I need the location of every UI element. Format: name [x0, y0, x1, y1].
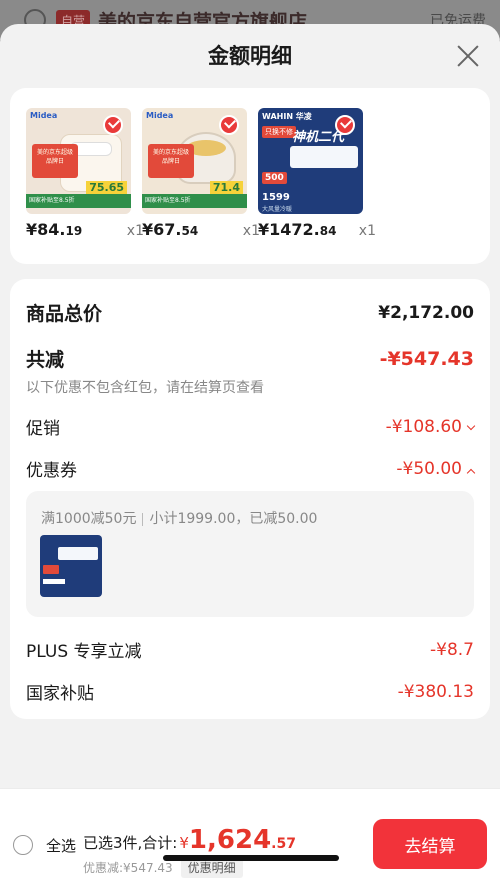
product-thumbnail[interactable]: Midea 美的京东超级品牌日 71.4 国家补贴至8.5折	[142, 108, 247, 214]
product-item[interactable]: Midea 美的京东超级品牌日 71.4 国家补贴至8.5折 ¥67.54 x1	[142, 108, 260, 239]
product-price: ¥84.19	[26, 220, 83, 239]
order-summary: 已选3件,合计: ¥ 1,624 .57	[83, 825, 296, 855]
tag-price: 75.65	[86, 181, 127, 194]
coupon-detail-box: 满1000减50元 小计1999.00，已减50.00	[26, 491, 474, 617]
selected-check-icon	[335, 115, 355, 135]
product-feature: 大风量冷暖	[262, 206, 293, 213]
promo-badge: 美的京东超级品牌日	[32, 144, 78, 178]
total-amount-decimal: .57	[271, 836, 296, 852]
product-item[interactable]: WAHIN 华凌 只换不修 神机二代 500 1599 大风量冷暖 ¥1472.…	[258, 108, 376, 239]
total-reduction-label: 共减	[26, 349, 65, 371]
plus-discount-label: PLUS 专享立减	[26, 642, 142, 662]
promo-badge: 只换不修	[262, 126, 296, 138]
currency-symbol: ¥	[179, 834, 189, 852]
product-thumbnail[interactable]: Midea 美的京东超级品牌日 75.65 国家补贴至8.5折	[26, 108, 131, 214]
product-brand: Midea	[30, 111, 58, 120]
products-card: Midea 美的京东超级品牌日 75.65 国家补贴至8.5折 ¥84.19 x…	[10, 88, 490, 264]
plus-discount-row: PLUS 专享立减 -¥8.7	[26, 637, 474, 663]
discount-amount: 优惠减:¥547.43	[83, 861, 173, 875]
coupon-value: -¥50.00	[396, 459, 476, 479]
close-icon[interactable]	[456, 44, 480, 68]
coupon-description: 满1000减50元 小计1999.00，已减50.00	[41, 511, 318, 527]
promotion-label: 促销	[26, 419, 60, 439]
subsidy-band: 国家补贴至8.5折	[26, 194, 131, 208]
product-price: ¥67.54	[142, 220, 199, 239]
coupon-label: 优惠券	[26, 461, 77, 481]
product-thumbnail[interactable]: WAHIN 华凌 只换不修 神机二代 500 1599 大风量冷暖	[258, 108, 363, 214]
national-subsidy-row: 国家补贴 -¥380.13	[26, 679, 474, 705]
product-brand: WAHIN 华凌	[262, 112, 312, 121]
total-price-row: 商品总价 ¥2,172.00	[26, 299, 474, 326]
chevron-down-icon	[466, 421, 476, 430]
selected-check-icon	[219, 115, 239, 135]
subsidy-band: 国家补贴至8.5折	[142, 194, 247, 208]
plus-discount-value: -¥8.7	[430, 639, 474, 660]
total-price-label: 商品总价	[26, 303, 103, 325]
product-qty: x1	[358, 223, 376, 239]
checkout-button[interactable]: 去结算	[373, 819, 487, 869]
promo-badge: 美的京东超级品牌日	[148, 144, 194, 178]
coupon-product-thumbnail[interactable]	[40, 535, 102, 597]
total-price-value: ¥2,172.00	[378, 302, 474, 323]
checkout-bar: 全选 已选3件,合计: ¥ 1,624 .57 优惠减:¥547.43 优惠明细…	[0, 788, 500, 893]
national-subsidy-value: -¥380.13	[397, 681, 474, 702]
sheet-title: 金额明细	[208, 44, 292, 68]
chevron-up-icon	[466, 468, 476, 477]
amount-breakdown-card: 商品总价 ¥2,172.00 共减 -¥547.43 以下优惠不包含红包，请在结…	[10, 279, 490, 719]
total-reduction-row: 共减 -¥547.43	[26, 345, 474, 372]
select-all-radio[interactable]	[13, 835, 33, 855]
national-subsidy-label: 国家补贴	[26, 684, 94, 704]
summary-label: 已选3件,合计:	[83, 834, 178, 852]
product-item[interactable]: Midea 美的京东超级品牌日 75.65 国家补贴至8.5折 ¥84.19 x…	[26, 108, 144, 239]
total-amount-integer: 1,624	[188, 825, 272, 855]
promotion-row[interactable]: 促销 -¥108.60	[26, 414, 476, 439]
coupon-row[interactable]: 优惠券 -¥50.00	[26, 456, 476, 481]
home-indicator	[163, 855, 339, 861]
amount-detail-sheet: 金额明细 Midea 美的京东超级品牌日 75.65 国家补贴至8.5折 ¥84…	[0, 24, 500, 893]
reduction-note: 以下优惠不包含红包，请在结算页查看	[26, 380, 264, 396]
total-reduction-value: -¥547.43	[379, 347, 474, 370]
select-all-label[interactable]: 全选	[46, 835, 76, 856]
sheet-header: 金额明细	[0, 24, 500, 86]
selected-check-icon	[103, 115, 123, 135]
tag-price: 1599	[262, 192, 290, 203]
tag-price: 71.4	[209, 181, 243, 194]
product-brand: Midea	[146, 111, 174, 120]
product-price: ¥1472.84	[258, 220, 337, 239]
promotion-value: -¥108.60	[386, 417, 476, 437]
